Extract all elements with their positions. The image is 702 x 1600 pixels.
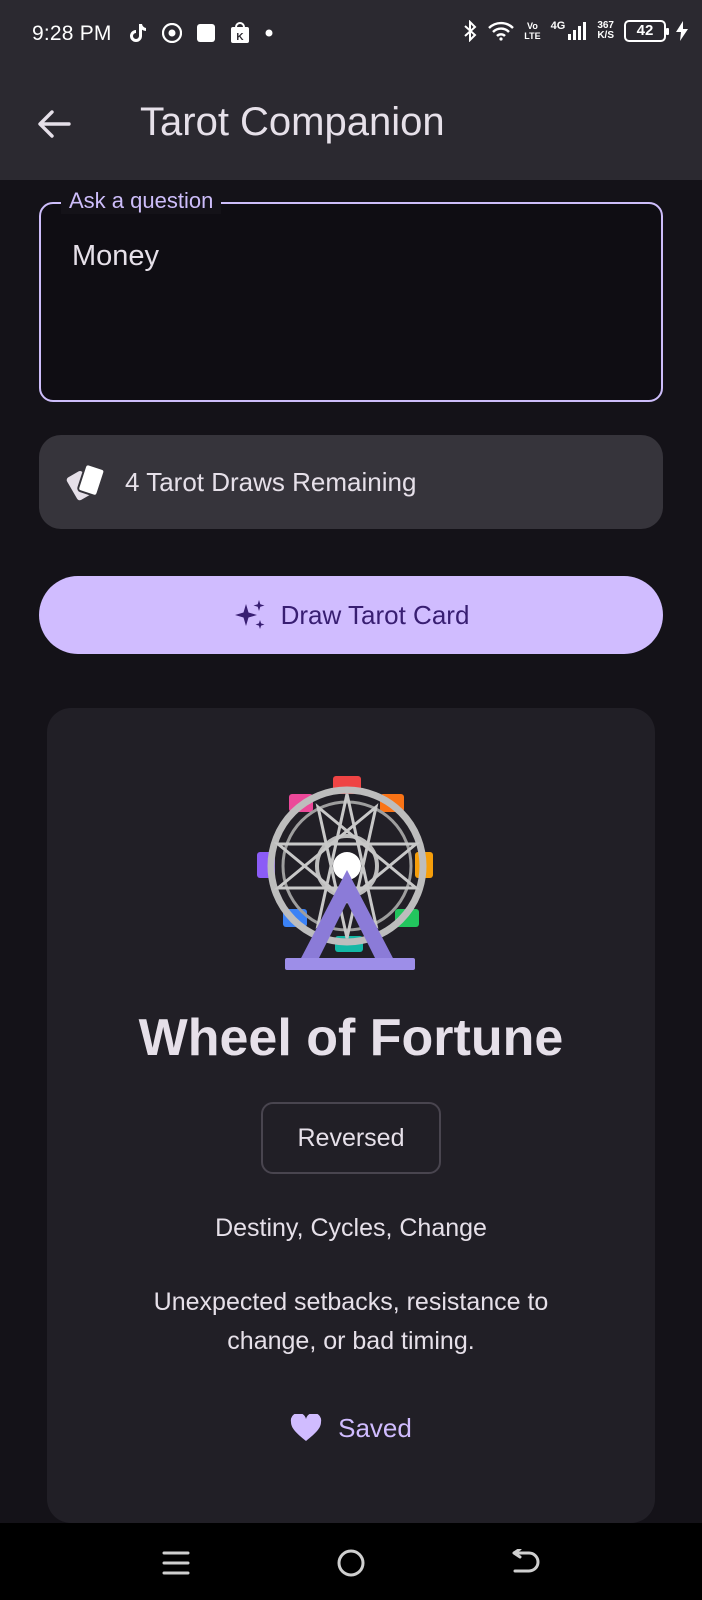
chrome-icon: [162, 23, 182, 43]
nav-home-button[interactable]: [333, 1545, 369, 1581]
saved-button[interactable]: Saved: [241, 1396, 461, 1460]
status-time: 9:28 PM: [32, 22, 112, 45]
bluetooth-icon: [464, 20, 477, 42]
menu-icon: [162, 1551, 190, 1575]
card-title: Wheel of Fortune: [138, 1009, 564, 1067]
question-label: Ask a question: [61, 188, 222, 214]
draws-remaining-text: 4 Tarot Draws Remaining: [125, 466, 417, 497]
orientation-badge: Reversed: [261, 1102, 441, 1174]
draw-tarot-card-label: Draw Tarot Card: [280, 599, 470, 630]
battery-indicator: 42: [624, 20, 669, 42]
page-title: Tarot Companion: [140, 100, 445, 144]
system-nav-bar: [0, 1523, 702, 1600]
wifi-icon: [488, 21, 515, 41]
back-button[interactable]: [32, 102, 76, 146]
speed-indicator: 367 K/S: [597, 20, 614, 41]
back-icon: [512, 1549, 540, 1573]
card-meaning: Unexpected setbacks, resistance to chang…: [153, 1288, 549, 1355]
heart-icon: [291, 1414, 322, 1441]
arrow-back-icon: [38, 110, 71, 138]
draw-tarot-card-button[interactable]: Draw Tarot Card: [39, 576, 663, 654]
signal-icon: 4G: [551, 21, 588, 41]
status-notification-icons: K: [128, 22, 274, 44]
app-bar: Tarot Companion: [0, 72, 702, 180]
nav-menu-button[interactable]: [158, 1545, 194, 1581]
question-input[interactable]: Ask a question Money: [39, 188, 663, 402]
home-icon: [337, 1549, 365, 1577]
card-keywords: Destiny, Cycles, Change: [215, 1214, 487, 1242]
question-value[interactable]: Money: [72, 240, 159, 273]
svg-text:K: K: [236, 32, 244, 43]
nav-back-button[interactable]: [508, 1545, 544, 1581]
volte-indicator: Vo LTE: [524, 21, 541, 41]
status-system-icons: Vo LTE 4G 367 K/S 42: [462, 20, 688, 42]
ferris-wheel-icon: [257, 776, 433, 970]
status-bar: 9:28 PM K Vo LTE 4G 367 K/S 42: [0, 0, 702, 72]
tiktok-icon: [130, 24, 146, 42]
charging-icon: [676, 21, 688, 41]
dot-icon: [265, 29, 273, 37]
draws-remaining-chip: 4 Tarot Draws Remaining: [39, 435, 663, 529]
app-square-icon: [197, 24, 215, 42]
tarot-result-card: Wheel of Fortune Reversed Destiny, Cycle…: [47, 708, 655, 1523]
shop-bag-icon: K: [231, 22, 249, 43]
cards-icon: [66, 463, 106, 501]
sparkle-icon: [234, 600, 265, 629]
saved-label: Saved: [338, 1412, 412, 1443]
